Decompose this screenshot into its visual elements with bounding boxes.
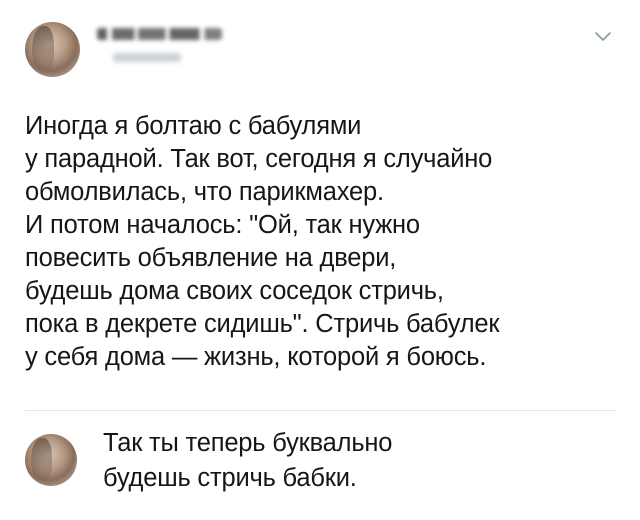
tweet-line: И потом началось: "Ой, так нужно — [25, 211, 420, 239]
divider — [25, 410, 616, 411]
reply-line: Так ты теперь буквально — [103, 429, 393, 457]
tweet-text: Иногда я болтаю с бабулями у парадной. Т… — [25, 110, 615, 374]
author-avatar[interactable] — [25, 22, 80, 77]
tweet-line: обмолвилась, что парикмахер. — [25, 178, 384, 206]
reply-text: Так ты теперь буквально будешь стричь ба… — [103, 426, 392, 496]
reply-author-avatar[interactable] — [25, 434, 77, 486]
tweet-line: повесить объявление на двери, — [25, 244, 397, 272]
tweet-line: у себя дома — жизнь, которой я боюсь. — [25, 343, 487, 371]
author-handle-blurred[interactable] — [113, 53, 181, 62]
author-name-blurred[interactable] — [97, 28, 222, 40]
tweet-line: у парадной. Так вот, сегодня я случайно — [25, 145, 493, 173]
chevron-down-icon[interactable] — [594, 30, 612, 44]
reply-line: будешь стричь бабки. — [103, 464, 357, 492]
tweet-line: будешь дома своих соседок стричь, — [25, 277, 444, 305]
tweet-line: Иногда я болтаю с бабулями — [25, 112, 362, 140]
tweet-line: пока в декрете сидишь". Стричь бабулек — [25, 310, 500, 338]
